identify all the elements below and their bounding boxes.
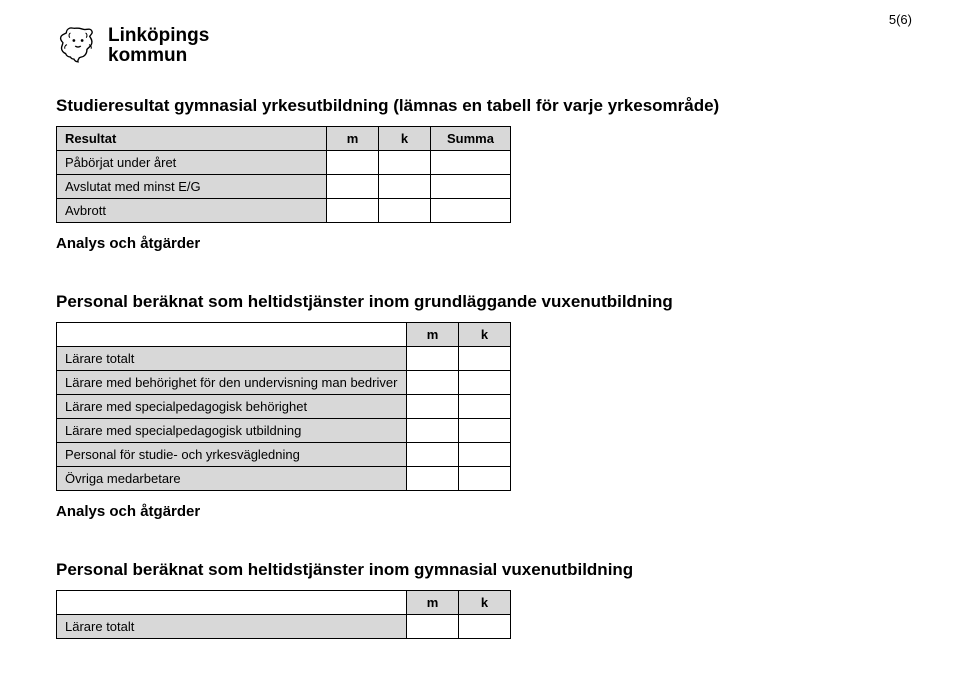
section1-analys: Analys och åtgärder [56, 235, 912, 252]
header-k: k [459, 323, 511, 347]
cell [459, 347, 511, 371]
cell [407, 615, 459, 639]
table-row: Avslutat med minst E/G [57, 175, 511, 199]
header-m: m [407, 323, 459, 347]
header-m: m [327, 127, 379, 151]
cell [459, 419, 511, 443]
logo-text: Linköpings kommun [108, 26, 209, 66]
header-k: k [459, 591, 511, 615]
cell [407, 443, 459, 467]
logo-line1: Linköpings [108, 26, 209, 46]
table-personal-grundlaggande: m k Lärare totalt Lärare med behörighet … [56, 322, 511, 491]
cell [407, 347, 459, 371]
row-label: Lärare med behörighet för den undervisni… [57, 371, 407, 395]
cell [459, 467, 511, 491]
cell [379, 175, 431, 199]
row-label: Lärare med specialpedagogisk utbildning [57, 419, 407, 443]
section1-title: Studieresultat gymnasial yrkesutbildning… [56, 96, 912, 116]
table-header-row: m k [57, 323, 511, 347]
cell [407, 395, 459, 419]
lion-icon [56, 24, 100, 68]
header-blank [57, 591, 407, 615]
cell [459, 615, 511, 639]
page-number: 5(6) [889, 12, 912, 27]
cell [459, 443, 511, 467]
section2-title: Personal beräknat som heltidstjänster in… [56, 292, 912, 312]
cell [327, 199, 379, 223]
cell [407, 371, 459, 395]
row-label: Personal för studie- och yrkesvägledning [57, 443, 407, 467]
row-label: Avbrott [57, 199, 327, 223]
row-label: Lärare totalt [57, 615, 407, 639]
cell [459, 395, 511, 419]
cell [379, 199, 431, 223]
row-label: Påbörjat under året [57, 151, 327, 175]
table-row: Lärare med specialpedagogisk behörighet [57, 395, 511, 419]
header-blank [57, 323, 407, 347]
cell [431, 151, 511, 175]
table-row: Lärare totalt [57, 615, 511, 639]
cell [327, 175, 379, 199]
header-summa: Summa [431, 127, 511, 151]
table-studieresultat: Resultat m k Summa Påbörjat under året A… [56, 126, 511, 223]
logo-line2: kommun [108, 46, 209, 66]
table-personal-gymnasial: m k Lärare totalt [56, 590, 511, 639]
header-resultat: Resultat [57, 127, 327, 151]
row-label: Avslutat med minst E/G [57, 175, 327, 199]
row-label: Lärare med specialpedagogisk behörighet [57, 395, 407, 419]
table-row: Personal för studie- och yrkesvägledning [57, 443, 511, 467]
section3-title: Personal beräknat som heltidstjänster in… [56, 560, 912, 580]
table-row: Lärare totalt [57, 347, 511, 371]
cell [379, 151, 431, 175]
header-m: m [407, 591, 459, 615]
logo-block: Linköpings kommun [56, 24, 912, 68]
table-row: Lärare med specialpedagogisk utbildning [57, 419, 511, 443]
cell [431, 199, 511, 223]
row-label: Övriga medarbetare [57, 467, 407, 491]
table-header-row: Resultat m k Summa [57, 127, 511, 151]
table-row: Lärare med behörighet för den undervisni… [57, 371, 511, 395]
cell [407, 419, 459, 443]
section2-analys: Analys och åtgärder [56, 503, 912, 520]
table-row: Övriga medarbetare [57, 467, 511, 491]
header-k: k [379, 127, 431, 151]
cell [431, 175, 511, 199]
row-label: Lärare totalt [57, 347, 407, 371]
cell [327, 151, 379, 175]
table-row: Påbörjat under året [57, 151, 511, 175]
table-header-row: m k [57, 591, 511, 615]
table-row: Avbrott [57, 199, 511, 223]
cell [459, 371, 511, 395]
cell [407, 467, 459, 491]
